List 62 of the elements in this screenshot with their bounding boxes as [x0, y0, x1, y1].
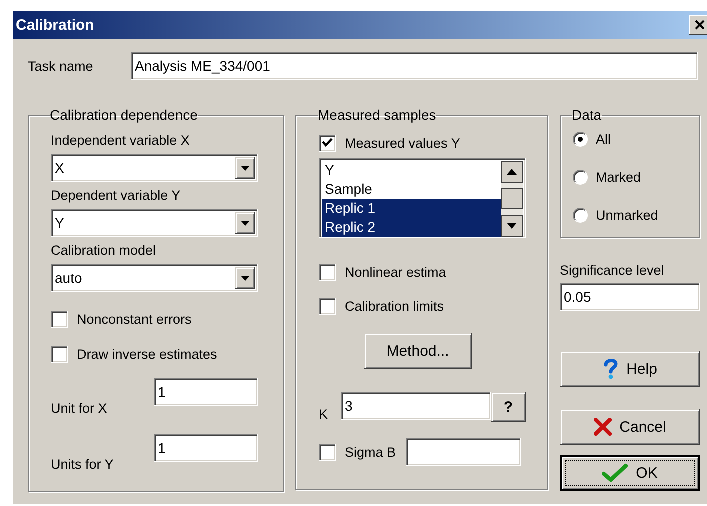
task-name-field[interactable]: Analysis ME_334/001 [131, 52, 698, 80]
cross-icon [594, 418, 612, 436]
window-title: Calibration [16, 16, 94, 34]
checkbox-label: Measured values Y [345, 136, 460, 150]
field-label: K [319, 407, 330, 422]
cancel-button[interactable]: Cancel [560, 409, 700, 445]
checkbox[interactable] [51, 310, 68, 328]
close-icon [695, 20, 705, 30]
dropdown-value: Y [54, 215, 66, 231]
dropdown-button[interactable] [235, 267, 255, 289]
radio-button[interactable] [573, 208, 588, 222]
question-mark-icon [602, 358, 619, 380]
radio-label: Unmarked [596, 208, 658, 222]
group-title: Data [572, 107, 602, 123]
sigma-b-field[interactable] [406, 438, 522, 466]
list-item[interactable]: Replic 2 [322, 218, 501, 237]
checkmark-icon [602, 463, 628, 483]
field-label: Dependent variable Y [51, 188, 182, 203]
field-label: Significance level [560, 263, 666, 278]
checkbox-label: Draw inverse estimates [77, 346, 218, 362]
unit-field[interactable]: 1 [154, 378, 258, 406]
dropdown-button[interactable] [235, 157, 255, 179]
k-field[interactable]: 3 [341, 392, 491, 420]
dropdown-value: X [54, 160, 66, 176]
checkbox-label: Calibration limits [345, 298, 444, 314]
help-button[interactable]: Help [560, 351, 700, 387]
dropdown[interactable]: X [51, 154, 258, 182]
dropdown-button[interactable] [235, 212, 255, 234]
down-arrow-icon [240, 220, 250, 226]
dropdown[interactable]: auto [51, 264, 258, 292]
field-label: Unit for X [51, 401, 108, 416]
scrollbar[interactable] [501, 161, 523, 237]
checkbox-label: Nonconstant errors [77, 312, 192, 326]
checkbox-label: Nonlinear estima [345, 264, 446, 280]
group-title: Measured samples [318, 107, 436, 123]
radio-button[interactable] [573, 170, 588, 184]
unit-field[interactable]: 1 [154, 434, 258, 462]
field-label: Independent variable X [51, 133, 191, 148]
dropdown[interactable]: Y [51, 209, 258, 237]
checkbox[interactable] [51, 346, 68, 362]
help-button[interactable]: ? [491, 392, 526, 422]
radio-button[interactable] [573, 132, 588, 146]
field-label: Calibration model [51, 243, 158, 258]
checkbox[interactable] [319, 298, 336, 314]
down-arrow-icon [240, 276, 250, 280]
significance-field[interactable]: 0.05 [560, 283, 700, 311]
field-label: Task name [28, 58, 94, 74]
method-button[interactable]: Method... [364, 333, 472, 369]
field-label: Units for Y [51, 457, 115, 472]
radio-label: Marked [596, 170, 642, 184]
dropdown-value: auto [54, 270, 84, 286]
list-box[interactable]: Y Sample Replic 1 Replic 2 [319, 158, 526, 238]
list-item[interactable]: Replic 1 [322, 199, 501, 218]
checkbox[interactable] [319, 264, 336, 280]
ok-button[interactable]: OK [560, 455, 700, 491]
radio-label: All [596, 132, 612, 146]
checkbox[interactable] [319, 134, 336, 152]
close-button[interactable] [689, 15, 707, 35]
checkbox[interactable] [319, 444, 336, 460]
down-arrow-icon [240, 166, 250, 170]
checkbox-label: Sigma B [345, 444, 396, 460]
group-title: Calibration dependence [50, 107, 198, 123]
